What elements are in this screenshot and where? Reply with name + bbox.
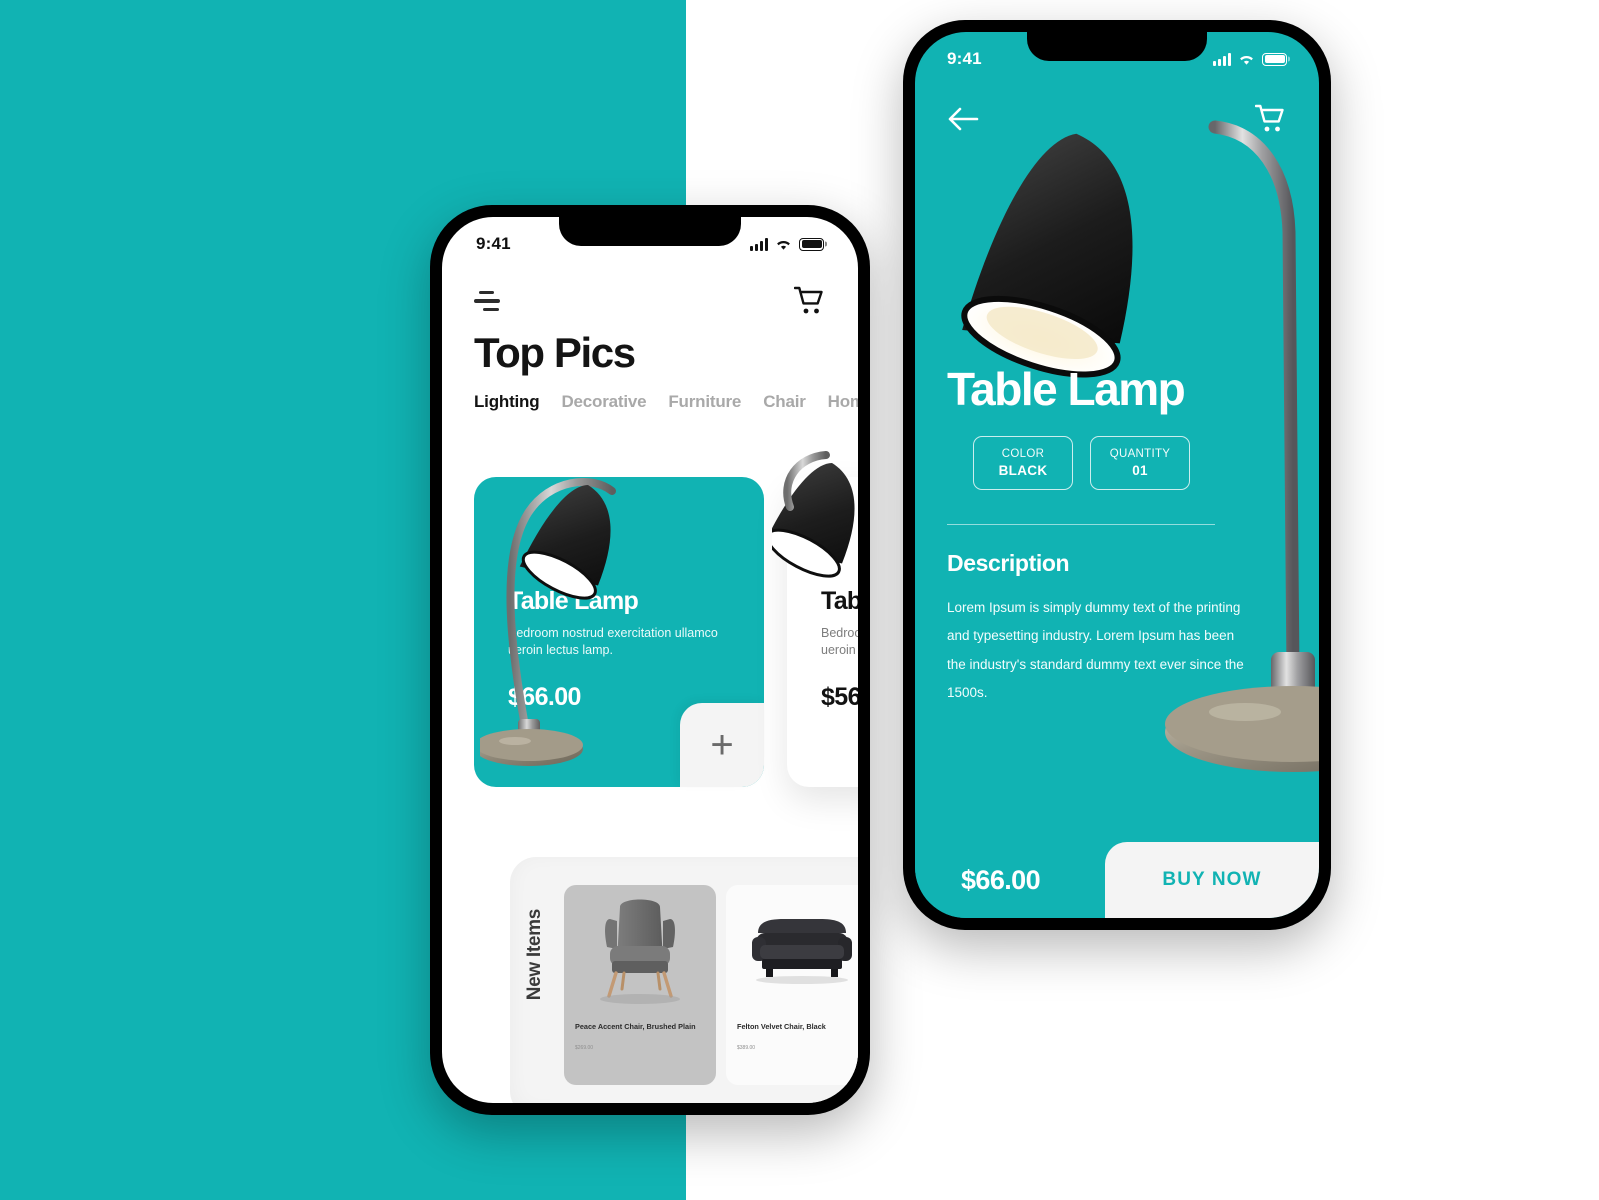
product-title: Table Lamp xyxy=(947,363,1186,415)
section-divider xyxy=(947,524,1215,526)
screen-product-detail: 9:41 Table Lamp COLOR BLACK QUANTITY 01 … xyxy=(915,32,1319,918)
phone-mockup-product-list: 9:41 Top Pics Lighting Decorative Furnit… xyxy=(430,205,870,1115)
new-item-price: $389.00 xyxy=(737,1044,756,1051)
description-heading: Description xyxy=(947,550,1070,576)
detail-price: $66.00 xyxy=(915,842,1105,918)
product-specs: COLOR BLACK QUANTITY 01 xyxy=(973,436,1190,490)
product-carousel[interactable]: Table Lamp Bedroom nostrud exercitation … xyxy=(442,447,858,807)
color-value: BLACK xyxy=(998,463,1048,478)
shopping-cart-icon[interactable] xyxy=(1255,104,1287,134)
product-price: $56.00 xyxy=(821,682,858,711)
device-notch xyxy=(559,217,741,246)
wifi-icon xyxy=(777,240,790,250)
add-to-cart-button[interactable]: + xyxy=(680,703,764,787)
device-notch xyxy=(1027,32,1207,61)
product-card[interactable]: Table Lamp Bedroom nostrud exercitation … xyxy=(787,477,858,787)
app-bar xyxy=(915,90,1319,148)
cellular-signal-icon xyxy=(1213,52,1231,66)
battery-icon xyxy=(1262,52,1287,66)
status-time: 9:41 xyxy=(947,49,982,68)
status-time: 9:41 xyxy=(476,234,511,253)
app-bar xyxy=(442,271,858,331)
product-name: Table Lamp xyxy=(821,587,858,615)
quantity-value: 01 xyxy=(1132,463,1148,478)
battery-icon xyxy=(799,237,824,251)
tab-lighting[interactable]: Lighting xyxy=(474,392,540,412)
product-card-body: Table Lamp Bedroom nostrud exercitation … xyxy=(508,587,746,712)
color-label: COLOR xyxy=(1001,448,1045,460)
status-icons xyxy=(1213,52,1287,66)
page-title: Top Pics xyxy=(474,329,636,376)
new-items-section: New Items Peace Accent Chair, Brushed Pl… xyxy=(510,857,858,1103)
armchair-photo xyxy=(564,889,716,1011)
product-description: Bedroom nostrud exercitation ullamco uer… xyxy=(821,626,858,657)
tab-home-decor[interactable]: Home decor xyxy=(828,392,858,412)
hamburger-menu-icon[interactable] xyxy=(474,290,501,312)
new-item-text: Felton Velvet Chair, Black $389.00 xyxy=(737,1021,858,1051)
mockup-canvas: 9:41 Top Pics Lighting Decorative Furnit… xyxy=(0,0,1599,1200)
shopping-cart-icon[interactable] xyxy=(794,286,826,316)
category-tabs: Lighting Decorative Furniture Chair Home… xyxy=(474,392,858,412)
quantity-selector[interactable]: QUANTITY 01 xyxy=(1090,436,1190,490)
phone-mockup-product-detail: 9:41 Table Lamp COLOR BLACK QUANTITY 01 … xyxy=(903,20,1331,930)
new-item-price: $269.00 xyxy=(575,1044,594,1051)
status-icons xyxy=(750,237,824,251)
color-selector[interactable]: COLOR BLACK xyxy=(973,436,1073,490)
new-items-label: New Items xyxy=(524,909,545,1001)
tab-furniture[interactable]: Furniture xyxy=(668,392,741,412)
arrow-left-icon[interactable] xyxy=(947,107,979,131)
tab-chair[interactable]: Chair xyxy=(763,392,806,412)
new-item-card[interactable]: Felton Velvet Chair, Black $389.00 xyxy=(726,885,858,1085)
buy-now-button[interactable]: BUY NOW xyxy=(1105,842,1319,918)
new-item-card[interactable]: Peace Accent Chair, Brushed Plain $269.0… xyxy=(564,885,716,1085)
product-card-body: Table Lamp Bedroom nostrud exercitation … xyxy=(821,587,858,712)
sofa-photo xyxy=(726,889,858,1011)
product-name: Table Lamp xyxy=(508,587,639,615)
cellular-signal-icon xyxy=(750,237,768,251)
description-body: Lorem Ipsum is simply dummy text of the … xyxy=(947,600,1244,701)
wifi-icon xyxy=(1240,55,1253,65)
product-description: Bedroom nostrud exercitation ullamco uer… xyxy=(508,626,718,657)
product-card[interactable]: Table Lamp Bedroom nostrud exercitation … xyxy=(474,477,764,787)
purchase-bar: $66.00 BUY NOW xyxy=(915,842,1319,918)
new-item-name: Peace Accent Chair, Brushed Plain xyxy=(575,1022,696,1031)
screen-top-pics: 9:41 Top Pics Lighting Decorative Furnit… xyxy=(442,217,858,1103)
tab-decorative[interactable]: Decorative xyxy=(561,392,646,412)
quantity-label: QUANTITY xyxy=(1109,448,1171,460)
new-item-name: Felton Velvet Chair, Black xyxy=(737,1022,826,1031)
new-item-text: Peace Accent Chair, Brushed Plain $269.0… xyxy=(575,1021,708,1051)
